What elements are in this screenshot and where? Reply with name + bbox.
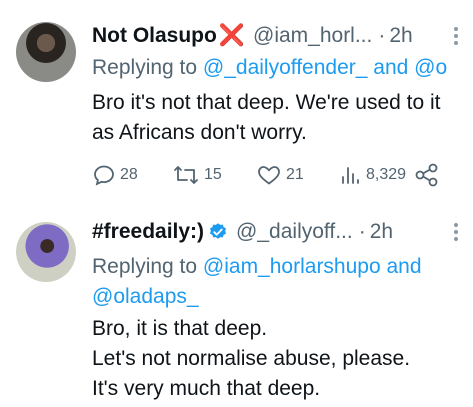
- like-button[interactable]: 21: [256, 160, 304, 190]
- action-bar: 28 15 21 8,329: [92, 160, 452, 190]
- replying-to-users[interactable]: @_dailyoffender_ and @o: [203, 56, 447, 79]
- retweet-button[interactable]: 15: [172, 160, 222, 190]
- user-handle[interactable]: @iam_horl...: [253, 24, 372, 48]
- replying-to-user[interactable]: @oladaps_: [92, 282, 473, 312]
- retweet-count: 15: [204, 166, 222, 183]
- share-icon: [415, 163, 438, 187]
- heart-icon: [258, 166, 280, 185]
- tweet-text-line: Bro, it is that deep.: [92, 317, 268, 340]
- verified-badge-icon: [210, 223, 227, 239]
- time-separator: ·: [358, 220, 366, 243]
- display-name[interactable]: #freedaily:): [92, 220, 204, 244]
- reply-button[interactable]: 28: [92, 160, 138, 190]
- replying-to-user[interactable]: @iam_horlarshupo and: [203, 255, 422, 278]
- share-button[interactable]: [414, 160, 444, 190]
- display-name[interactable]: Not Olasupo: [92, 24, 217, 48]
- tweet-text-line: as Africans don't worry.: [92, 121, 307, 144]
- tweet-text-line: Bro it's not that deep. We're used to it: [92, 91, 441, 114]
- replying-to-label: Replying to: [92, 56, 203, 79]
- user-handle[interactable]: @_dailyoff...: [236, 220, 353, 244]
- views-button[interactable]: 8,329: [338, 160, 406, 190]
- time-separator: ·: [378, 24, 386, 47]
- tweet-text-line: Let's not normalise abuse, please.: [92, 347, 411, 370]
- more-options-icon[interactable]: [453, 223, 459, 243]
- like-count: 21: [286, 166, 304, 183]
- replying-to: Replying to @_dailyoffender_ and @o: [92, 56, 473, 80]
- reply-count: 28: [120, 166, 138, 183]
- tweet-header: #freedaily:) @_dailyoff... · 2h: [92, 218, 393, 246]
- avatar[interactable]: [16, 22, 76, 82]
- replying-to: Replying to @iam_horlarshupo and @oladap…: [92, 252, 473, 312]
- timestamp[interactable]: 2h: [370, 220, 393, 244]
- tweet-text-line: It's very much that deep.: [92, 377, 321, 400]
- timestamp[interactable]: 2h: [389, 24, 412, 48]
- retweet-icon: [174, 166, 198, 184]
- views-count: 8,329: [366, 166, 407, 183]
- avatar[interactable]: [16, 222, 76, 282]
- more-options-icon[interactable]: [453, 27, 459, 47]
- tweet-header: Not Olasupo ❌ @iam_horl... · 2h: [92, 22, 413, 50]
- tweet-text: Bro, it is that deep. Let's not normalis…: [92, 314, 410, 404]
- replying-to-label: Replying to: [92, 255, 203, 278]
- tweet-text: Bro it's not that deep. We're used to it…: [92, 88, 441, 148]
- views-chart-icon: [342, 167, 359, 184]
- reply-icon: [94, 165, 114, 186]
- cross-mark-emoji: ❌: [218, 24, 245, 47]
